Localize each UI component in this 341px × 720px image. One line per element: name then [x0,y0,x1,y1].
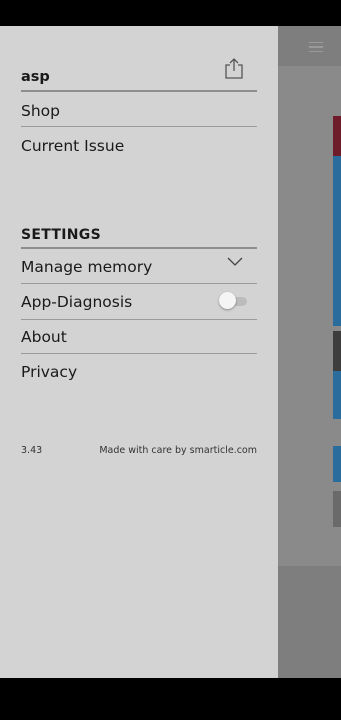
divider [21,319,257,320]
footer-credit[interactable]: Made with care by smarticle.com [99,445,257,456]
issue-card-button[interactable] [333,491,341,527]
issue-card-button[interactable] [333,446,341,482]
settings-section-title: SETTINGS [21,227,101,243]
settings-item-manage-memory[interactable]: Manage memory [21,257,257,277]
app-diagnosis-toggle[interactable] [219,292,249,310]
app-version: 3.43 [21,445,43,456]
divider [21,90,257,92]
chevron-down-icon[interactable] [226,255,244,267]
system-navigation-bar [0,678,341,720]
menu-item-shop[interactable]: Shop [21,101,257,121]
divider [21,283,257,284]
divider [21,247,257,249]
status-bar [0,0,341,26]
settings-item-about[interactable]: About [21,327,257,347]
settings-item-privacy[interactable]: Privacy [21,362,257,382]
menu-item-current-issue[interactable]: Current Issue [21,136,257,156]
hamburger-menu-icon[interactable] [309,42,323,53]
divider [21,353,257,354]
share-icon[interactable] [224,57,244,79]
divider [21,126,257,127]
toggle-knob [219,292,236,309]
issue-cover-image [333,331,341,371]
navigation-drawer: asp Shop Current Issue SETTINGS Manage m… [0,26,278,678]
background-app[interactable] [278,26,341,678]
user-name: asp [21,69,50,85]
issue-cover-image [333,116,341,156]
app-content [278,66,341,566]
app-header [278,26,341,66]
